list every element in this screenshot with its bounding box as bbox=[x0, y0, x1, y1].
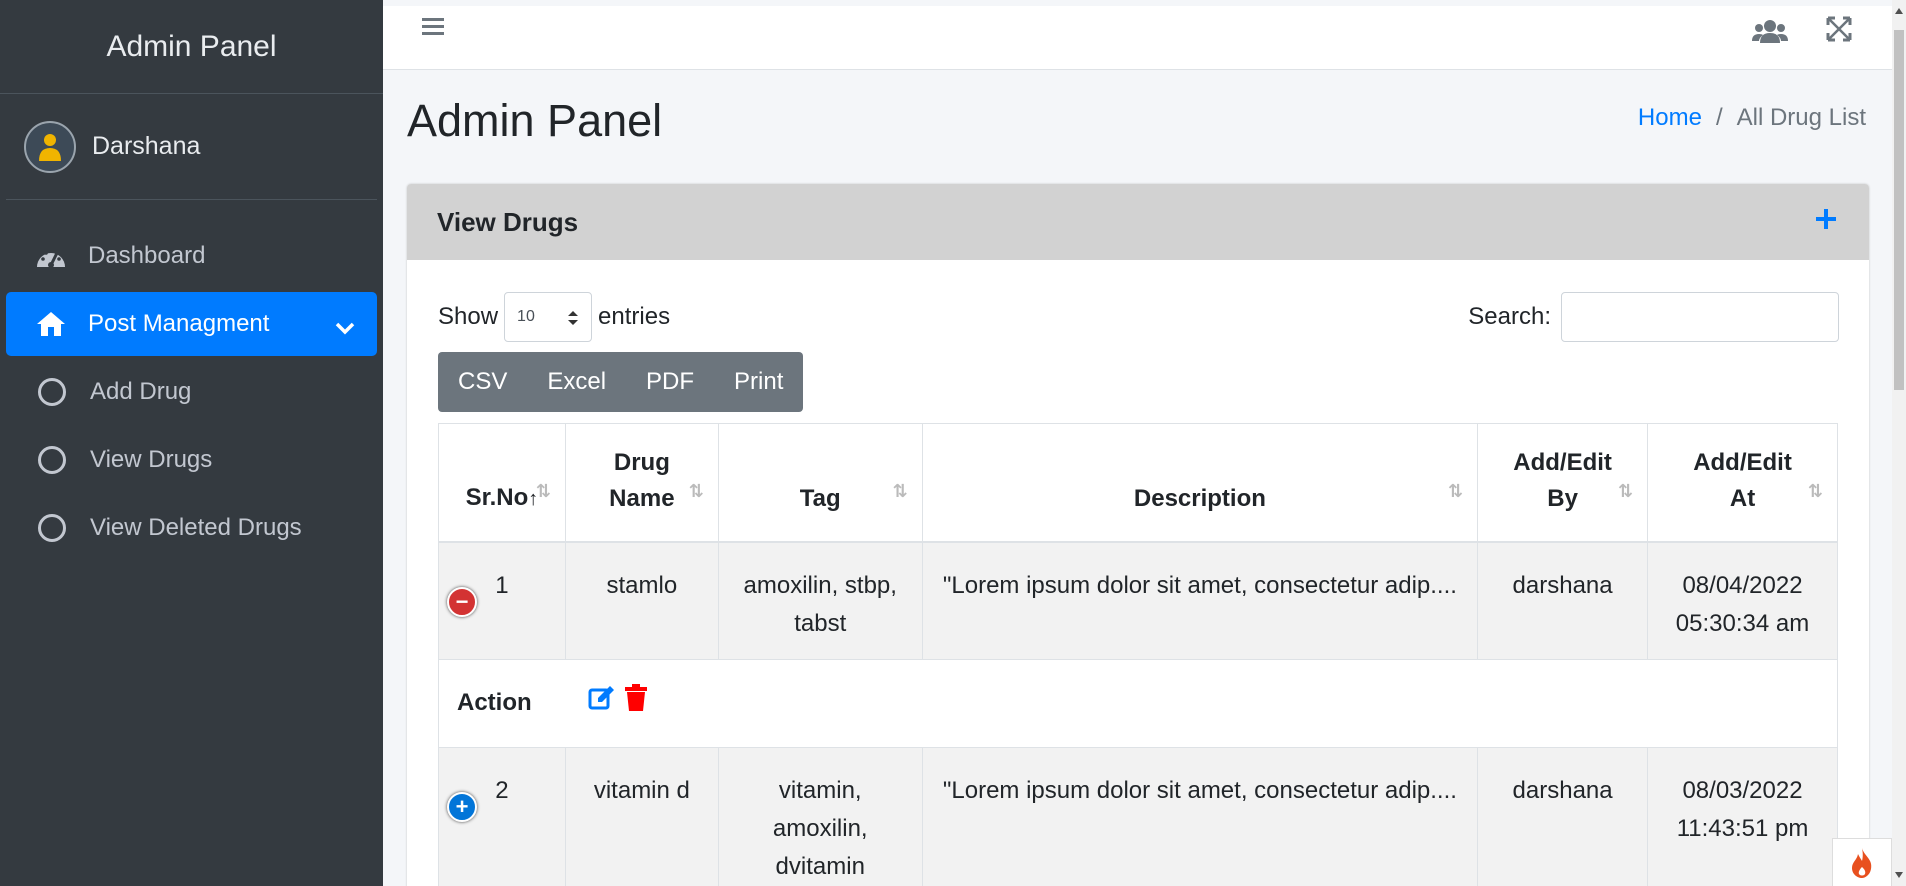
sidebar-item-add-drug[interactable]: Add Drug bbox=[6, 360, 377, 424]
sidebar-item-label: View Deleted Drugs bbox=[90, 514, 302, 541]
col-header-sr-no[interactable]: Sr.No↑ ⇅ bbox=[438, 423, 566, 543]
brand-title[interactable]: Admin Panel bbox=[0, 0, 383, 94]
user-panel[interactable]: Darshana bbox=[6, 94, 377, 200]
user-icon bbox=[39, 133, 61, 161]
sort-arrows-icon bbox=[567, 309, 579, 332]
entries-label: entries bbox=[598, 303, 671, 330]
hamburger-menu-icon[interactable] bbox=[420, 14, 446, 43]
collapse-row-icon[interactable]: − bbox=[447, 586, 477, 617]
breadcrumb-separator: / bbox=[1715, 104, 1723, 131]
sidebar-item-label: Add Drug bbox=[90, 378, 192, 405]
table-row: − 1 stamlo amoxilin, stbp, tabst "Lorem … bbox=[438, 541, 1838, 660]
drugs-table: Sr.No↑ ⇅ Drug Name ⇅ Tag ⇅ Description ⇅ bbox=[438, 423, 1838, 886]
breadcrumb-home-link[interactable]: Home bbox=[1638, 104, 1702, 132]
entries-select[interactable]: 10 bbox=[504, 292, 593, 342]
scroll-down-arrow[interactable] bbox=[1895, 872, 1903, 878]
sidebar-item-label: Dashboard bbox=[88, 242, 206, 269]
tag-cell: amoxilin, stbp, tabst bbox=[717, 541, 923, 660]
export-button-group: CSV Excel PDF Print bbox=[438, 352, 804, 412]
breadcrumb-current: All Drug List bbox=[1736, 104, 1866, 131]
sidebar-item-label: View Drugs bbox=[90, 446, 213, 473]
sidebar-item-view-deleted-drugs[interactable]: View Deleted Drugs bbox=[6, 496, 377, 560]
print-button[interactable]: Print bbox=[714, 352, 803, 412]
csv-button[interactable]: CSV bbox=[438, 352, 527, 412]
add-edit-at-cell: 08/03/2022 11:43:51 pm bbox=[1647, 747, 1838, 886]
view-drugs-card: View Drugs Show 10 entries Search: CSV E… bbox=[407, 184, 1869, 886]
username: Darshana bbox=[92, 132, 201, 160]
pdf-button[interactable]: PDF bbox=[626, 352, 714, 412]
show-label: Show bbox=[438, 303, 499, 330]
sort-icon: ⇅ bbox=[535, 480, 551, 501]
breadcrumb: Home / All Drug List bbox=[1638, 104, 1866, 132]
search-label: Search: bbox=[1468, 303, 1551, 330]
search-area: Search: bbox=[1468, 292, 1839, 342]
sidebar-item-view-drugs[interactable]: View Drugs bbox=[6, 428, 377, 492]
entries-length: Show 10 entries bbox=[438, 292, 670, 342]
col-header-tag[interactable]: Tag ⇅ bbox=[717, 423, 923, 543]
expand-row-icon[interactable]: + bbox=[447, 792, 477, 822]
add-icon[interactable] bbox=[1813, 206, 1839, 237]
circle-icon bbox=[38, 514, 66, 542]
col-header-add-edit-by[interactable]: Add/Edit By ⇅ bbox=[1477, 423, 1649, 543]
col-header-description[interactable]: Description ⇅ bbox=[921, 423, 1479, 543]
entries-value: 10 bbox=[517, 308, 535, 325]
tag-cell: vitamin, amoxilin, dvitamin bbox=[717, 747, 923, 886]
users-icon[interactable] bbox=[1752, 18, 1788, 49]
col-header-add-edit-at[interactable]: Add/Edit At ⇅ bbox=[1647, 423, 1838, 543]
circle-icon bbox=[38, 378, 66, 406]
sort-icon: ⇅ bbox=[1617, 480, 1634, 501]
flame-icon[interactable] bbox=[1832, 838, 1892, 886]
sidebar-nav: Dashboard Post Managment Add Drug View D… bbox=[0, 224, 383, 560]
chevron-down-icon bbox=[335, 314, 355, 342]
add-edit-by-cell: darshana bbox=[1477, 747, 1649, 886]
sort-icon: ⇅ bbox=[1448, 480, 1464, 501]
card-title: View Drugs bbox=[437, 206, 579, 237]
col-header-drug-name[interactable]: Drug Name ⇅ bbox=[564, 423, 719, 543]
action-row: Action bbox=[438, 659, 1838, 748]
drug-name-cell: stamlo bbox=[564, 541, 719, 660]
card-header: View Drugs bbox=[407, 184, 1869, 260]
avatar bbox=[24, 120, 76, 173]
sr-no-cell: + 2 bbox=[438, 747, 566, 886]
description-cell: "Lorem ipsum dolor sit amet, consectetur… bbox=[921, 747, 1479, 886]
fullscreen-icon[interactable] bbox=[1826, 16, 1852, 47]
drug-name-cell: vitamin d bbox=[564, 747, 719, 886]
add-edit-by-cell: darshana bbox=[1477, 541, 1649, 660]
home-icon bbox=[34, 309, 68, 339]
sr-no-cell: − 1 bbox=[438, 541, 566, 660]
sidebar: Admin Panel Darshana Dashboard Post Mana… bbox=[0, 0, 383, 886]
edit-icon[interactable] bbox=[588, 684, 616, 724]
scroll-up-arrow[interactable] bbox=[1895, 8, 1903, 14]
page-scrollbar[interactable] bbox=[1892, 0, 1906, 886]
topbar bbox=[383, 6, 1892, 70]
sidebar-item-dashboard[interactable]: Dashboard bbox=[6, 224, 377, 288]
table-row: + 2 vitamin d vitamin, amoxilin, dvitami… bbox=[438, 747, 1838, 886]
search-input[interactable] bbox=[1561, 292, 1839, 342]
excel-button[interactable]: Excel bbox=[527, 352, 626, 412]
page-title: Admin Panel bbox=[407, 95, 663, 146]
table-header-row: Sr.No↑ ⇅ Drug Name ⇅ Tag ⇅ Description ⇅ bbox=[438, 423, 1838, 543]
add-edit-at-cell: 08/04/2022 05:30:34 am bbox=[1647, 541, 1838, 660]
sort-icon: ⇅ bbox=[892, 480, 908, 501]
delete-icon[interactable] bbox=[624, 683, 648, 724]
sort-icon: ⇅ bbox=[688, 480, 704, 501]
tachometer-icon bbox=[34, 241, 68, 271]
action-cell: Action bbox=[438, 659, 1838, 748]
description-cell: "Lorem ipsum dolor sit amet, consectetur… bbox=[921, 541, 1479, 660]
sidebar-item-label: Post Managment bbox=[88, 310, 270, 337]
scroll-thumb[interactable] bbox=[1894, 30, 1904, 390]
action-label: Action bbox=[457, 688, 532, 716]
circle-icon bbox=[38, 446, 66, 474]
sort-icon: ⇅ bbox=[1807, 480, 1823, 501]
sidebar-item-post-managment[interactable]: Post Managment bbox=[6, 292, 377, 356]
